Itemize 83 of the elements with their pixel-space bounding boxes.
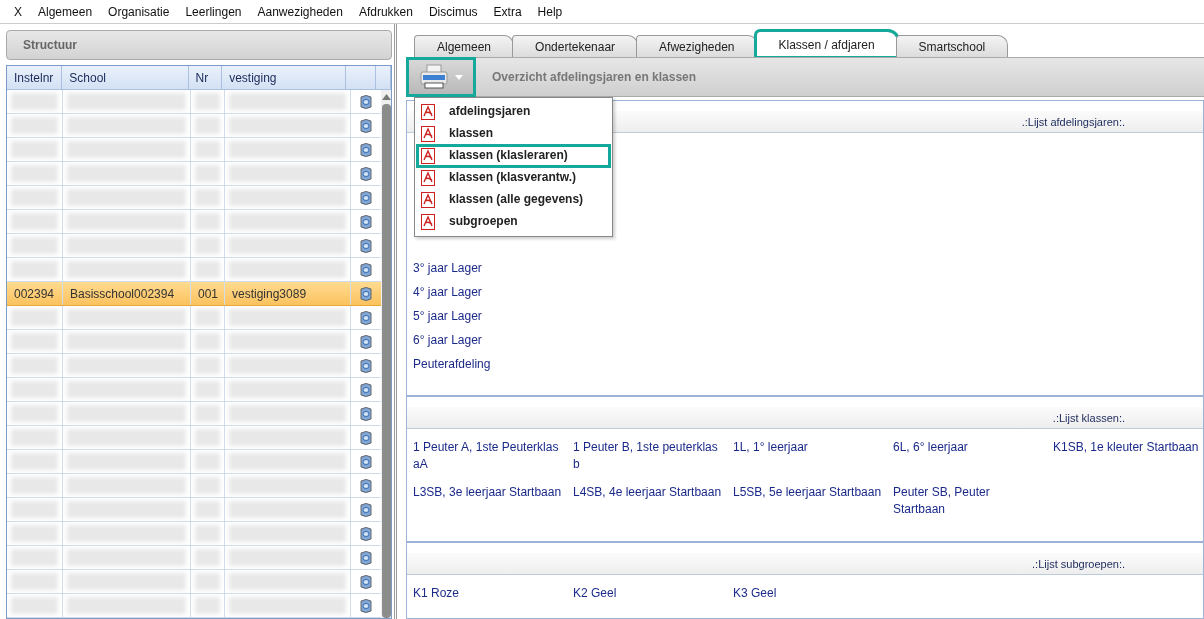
scrollbar[interactable] <box>381 90 391 618</box>
table-cell: Basisschool002394 <box>63 282 191 305</box>
list-item: K1 Roze <box>413 585 461 602</box>
toolbar-title: Overzicht afdelingsjaren en klassen <box>492 70 697 84</box>
table-cell: 002394 <box>7 282 63 305</box>
document-icon[interactable] <box>358 477 374 494</box>
printer-icon <box>419 64 449 90</box>
list-item: 1 Peuter B, 1ste peuterklas b <box>573 439 719 473</box>
list-item: L4SB, 4e leerjaar Startbaan <box>573 484 723 501</box>
list-item: K2 Geel <box>573 585 618 602</box>
grid-row[interactable]: 002394 Basisschool002394 001 vestiging3089 <box>7 282 381 306</box>
menu-item[interactable]: Discimus <box>420 4 486 19</box>
pdf-icon <box>421 148 435 164</box>
document-icon[interactable] <box>358 117 374 134</box>
tab[interactable]: Klassen / afdjaren <box>755 31 898 57</box>
pdf-icon <box>421 214 435 230</box>
document-icon[interactable] <box>358 285 374 302</box>
section-title: .:Lijst klassen:. <box>1052 411 1125 424</box>
menu-item[interactable]: klassen (alle gegevens) <box>417 189 610 211</box>
menu-item[interactable]: Leerlingen <box>177 4 250 19</box>
tab[interactable]: Smartschool <box>895 35 1009 57</box>
table-cell: 001 <box>191 282 225 305</box>
document-icon[interactable] <box>358 141 374 158</box>
list-item: 6L, 6° leerjaar <box>893 439 969 456</box>
pdf-icon <box>421 170 435 186</box>
menu-item[interactable]: subgroepen <box>417 211 610 233</box>
menu-item[interactable]: Algemeen <box>30 4 101 19</box>
column-header[interactable]: Instelnr <box>7 66 63 89</box>
menu-item[interactable]: klassen <box>417 123 610 145</box>
menu-item[interactable]: Extra <box>485 4 530 19</box>
print-button[interactable] <box>406 57 476 97</box>
panel-header: Structuur <box>6 30 392 60</box>
list-item: Peuter SB, Peuter Startbaan <box>893 484 991 518</box>
pdf-icon <box>421 126 435 142</box>
list-item: K1SB, 1e kleuter Startbaan <box>1053 439 1200 456</box>
menu-item[interactable]: klassen (klasleraren) <box>417 145 610 167</box>
table-cell: vestiging3089 <box>225 282 351 305</box>
list-item: 4° jaar Lager <box>413 284 483 301</box>
pdf-icon <box>421 192 435 208</box>
menu-item[interactable]: Afdrukken <box>350 4 421 19</box>
menu-item[interactable]: afdelingsjaren <box>417 101 610 123</box>
document-icon[interactable] <box>358 573 374 590</box>
document-icon[interactable] <box>358 261 374 278</box>
list-item: 1 Peuter A, 1ste Peuterklas aA <box>413 439 560 473</box>
tab[interactable]: Ondertekenaar <box>512 35 639 57</box>
menu-item[interactable]: Help <box>529 4 571 19</box>
caret-icon <box>455 74 463 80</box>
tab[interactable]: Algemeen <box>414 35 515 57</box>
document-icon[interactable] <box>358 453 374 470</box>
document-icon[interactable] <box>358 333 374 350</box>
pdf-icon <box>421 104 435 120</box>
menu-item[interactable]: X <box>6 4 30 19</box>
menu-item[interactable]: Aanwezigheden <box>249 4 351 19</box>
column-header[interactable]: Nr <box>188 66 223 89</box>
list-item: Peuterafdeling <box>413 356 492 373</box>
document-icon[interactable] <box>358 525 374 542</box>
menu-item[interactable]: Organisatie <box>100 4 178 19</box>
scroll-up-icon[interactable] <box>381 94 391 100</box>
document-icon[interactable] <box>358 189 374 206</box>
document-icon[interactable] <box>358 237 374 254</box>
document-icon[interactable] <box>358 357 374 374</box>
document-icon[interactable] <box>358 549 374 566</box>
section-title: .:Lijst afdelingsjaren:. <box>1021 115 1125 128</box>
document-icon[interactable] <box>358 309 374 326</box>
document-icon[interactable] <box>358 93 374 110</box>
document-icon[interactable] <box>358 429 374 446</box>
list-item: 3° jaar Lager <box>413 260 483 277</box>
document-icon[interactable] <box>358 405 374 422</box>
document-icon[interactable] <box>358 597 374 614</box>
column-header[interactable]: vestiging <box>222 66 347 89</box>
list-item: K3 Geel <box>733 585 778 602</box>
document-icon[interactable] <box>358 381 374 398</box>
document-icon[interactable] <box>358 501 374 518</box>
document-icon[interactable] <box>358 165 374 182</box>
section-title: .:Lijst subgroepen:. <box>1032 557 1125 570</box>
column-header[interactable]: School <box>62 66 189 89</box>
list-item: 6° jaar Lager <box>413 332 483 349</box>
list-item: L5SB, 5e leerjaar Startbaan <box>733 484 883 501</box>
list-item: 5° jaar Lager <box>413 308 483 325</box>
list-item: 1L, 1° leerjaar <box>733 439 809 456</box>
menu-item[interactable]: klassen (klasverantw.) <box>417 167 610 189</box>
document-icon[interactable] <box>358 213 374 230</box>
list-item: L3SB, 3e leerjaar Startbaan <box>413 484 563 501</box>
